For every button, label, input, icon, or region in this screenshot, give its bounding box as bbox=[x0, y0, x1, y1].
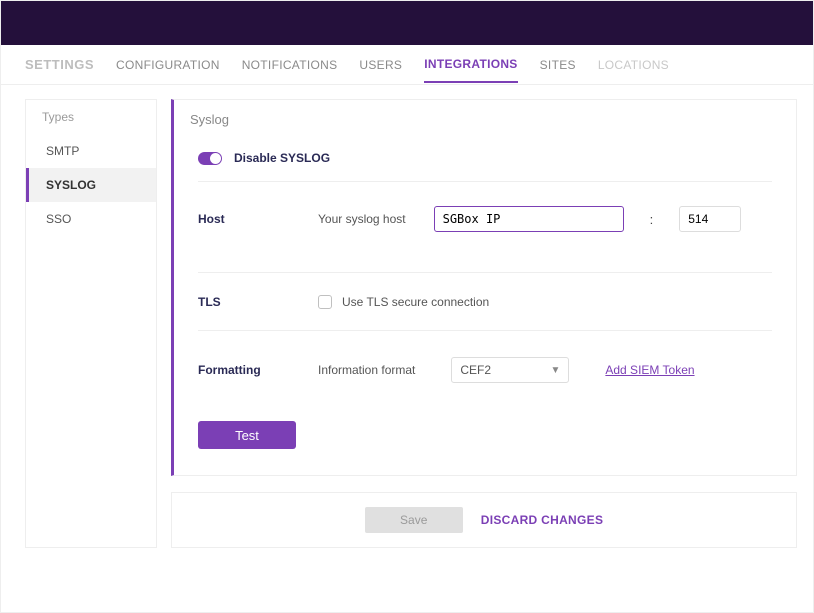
disable-syslog-label: Disable SYSLOG bbox=[234, 151, 330, 165]
settings-subnav: SETTINGS CONFIGURATION NOTIFICATIONS USE… bbox=[1, 45, 813, 85]
footer-actions: Save DISCARD CHANGES bbox=[171, 492, 797, 548]
tls-checkbox[interactable] bbox=[318, 295, 332, 309]
app-topbar bbox=[1, 1, 813, 45]
tab-configuration[interactable]: CONFIGURATION bbox=[116, 48, 220, 82]
sidebar-title: Types bbox=[26, 100, 156, 134]
tab-sites[interactable]: SITES bbox=[540, 48, 576, 82]
chevron-down-icon: ▼ bbox=[550, 365, 560, 376]
panel-title: Syslog bbox=[190, 108, 772, 151]
port-input[interactable] bbox=[679, 206, 741, 232]
sidebar-item-sso[interactable]: SSO bbox=[26, 202, 156, 236]
discard-changes-button[interactable]: DISCARD CHANGES bbox=[481, 513, 604, 527]
host-input[interactable] bbox=[434, 206, 624, 232]
formatting-label: Formatting bbox=[198, 363, 298, 377]
host-sublabel: Your syslog host bbox=[318, 212, 406, 226]
format-sublabel: Information format bbox=[318, 363, 415, 377]
tab-integrations[interactable]: INTEGRATIONS bbox=[424, 47, 517, 83]
disable-syslog-toggle[interactable] bbox=[198, 152, 222, 165]
sidebar-item-smtp[interactable]: SMTP bbox=[26, 134, 156, 168]
types-sidebar: Types SMTP SYSLOG SSO bbox=[25, 99, 157, 548]
format-select-value: CEF2 bbox=[460, 363, 491, 377]
host-label: Host bbox=[198, 212, 298, 226]
tls-checkbox-label: Use TLS secure connection bbox=[342, 295, 489, 309]
format-select[interactable]: CEF2 ▼ bbox=[451, 357, 569, 383]
tab-notifications[interactable]: NOTIFICATIONS bbox=[242, 48, 338, 82]
settings-heading: SETTINGS bbox=[25, 57, 94, 72]
tab-users[interactable]: USERS bbox=[359, 48, 402, 82]
syslog-panel: Syslog Disable SYSLOG Host Your syslog h… bbox=[171, 99, 797, 476]
tls-label: TLS bbox=[198, 295, 298, 309]
test-button[interactable]: Test bbox=[198, 421, 296, 449]
sidebar-item-syslog[interactable]: SYSLOG bbox=[26, 168, 156, 202]
save-button[interactable]: Save bbox=[365, 507, 463, 533]
tab-locations[interactable]: LOCATIONS bbox=[598, 48, 669, 82]
add-siem-token-link[interactable]: Add SIEM Token bbox=[605, 363, 694, 377]
host-port-separator: : bbox=[650, 212, 654, 227]
